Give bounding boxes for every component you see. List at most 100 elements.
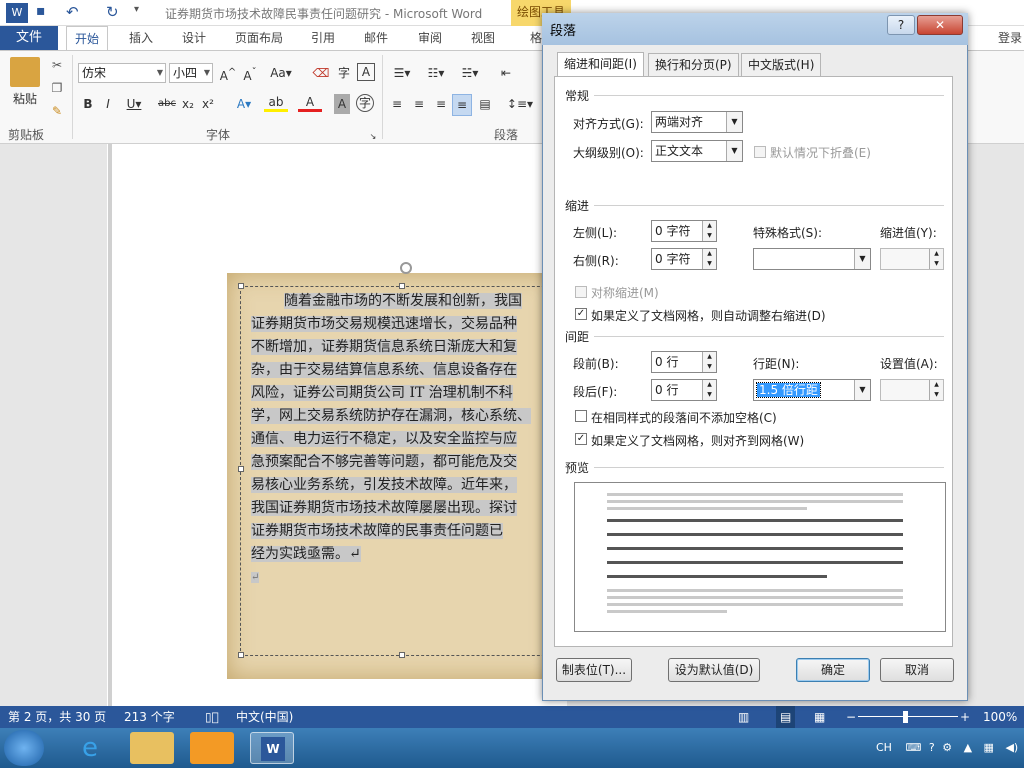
paste-button-label[interactable]: 粘贴	[10, 89, 40, 109]
sign-in-link[interactable]: 登录	[998, 26, 1022, 50]
tab-format[interactable]: 格	[530, 26, 542, 50]
tab-review[interactable]: 审阅	[418, 26, 442, 50]
language-status[interactable]: 中文(中国)	[236, 706, 293, 728]
grow-font-icon[interactable]: A^	[218, 63, 238, 86]
ok-button[interactable]: 确定	[796, 658, 870, 682]
indent-by-spinner[interactable]: ▲ ▼	[880, 248, 944, 270]
resize-handle[interactable]	[238, 652, 244, 658]
spin-arrows-icon[interactable]: ▲ ▼	[929, 249, 943, 269]
highlight-icon[interactable]: ab	[264, 94, 288, 112]
start-button-icon[interactable]	[4, 730, 44, 766]
close-button[interactable]: ✕	[917, 15, 963, 35]
tab-indents-and-spacing[interactable]: 缩进和间距(I)	[557, 52, 644, 77]
spacing-after-spinner[interactable]: 0 行 ▲ ▼	[651, 379, 717, 401]
tab-layout[interactable]: 页面布局	[235, 26, 283, 50]
customize-qat-icon[interactable]: ▾	[134, 4, 139, 15]
spin-arrows-icon[interactable]: ▲ ▼	[929, 380, 943, 400]
underline-icon[interactable]: U▾	[122, 94, 146, 114]
word-taskbar-button[interactable]: W	[250, 732, 294, 764]
superscript-icon[interactable]: x²	[200, 94, 216, 114]
tab-file[interactable]: 文件	[0, 26, 58, 50]
spin-arrows-icon[interactable]: ▲ ▼	[702, 352, 716, 372]
numbering-icon[interactable]: ☷▾	[422, 63, 450, 83]
tab-references[interactable]: 引用	[311, 26, 335, 50]
clear-formatting-icon[interactable]: ⌫	[312, 63, 330, 83]
tab-asian-typography[interactable]: 中文版式(H)	[741, 53, 822, 77]
right-indent-spinner[interactable]: 0 字符 ▲ ▼	[651, 248, 717, 270]
character-border-icon[interactable]: A	[357, 63, 375, 81]
zoom-slider[interactable]	[858, 716, 958, 717]
zoom-in-icon[interactable]: +	[960, 706, 970, 728]
align-right-icon[interactable]: ≡	[432, 94, 450, 114]
save-icon[interactable]: ▪	[36, 3, 46, 19]
font-size-combo[interactable]: 小四 ▼	[169, 63, 213, 83]
special-indent-select[interactable]: ▼	[753, 248, 871, 270]
resize-handle[interactable]	[238, 283, 244, 289]
tab-design[interactable]: 设计	[182, 26, 206, 50]
zoom-level[interactable]: 100%	[983, 706, 1017, 728]
network-icon[interactable]: ▦	[984, 741, 994, 754]
multilevel-list-icon[interactable]: ☵▾	[456, 63, 484, 83]
tab-insert[interactable]: 插入	[129, 26, 153, 50]
paste-icon[interactable]	[10, 57, 40, 87]
media-player-icon[interactable]	[190, 732, 234, 764]
volume-icon[interactable]: ◀)	[1005, 741, 1018, 754]
settings-icon[interactable]: ⚙	[942, 741, 952, 754]
internet-explorer-icon[interactable]: e	[68, 732, 112, 764]
spin-arrows-icon[interactable]: ▲ ▼	[702, 380, 716, 400]
tab-line-and-page-breaks[interactable]: 换行和分页(P)	[648, 53, 739, 77]
resize-handle[interactable]	[399, 283, 405, 289]
change-case-icon[interactable]: Aa▾	[268, 63, 294, 83]
outline-level-select[interactable]: 正文文本 ▼	[651, 140, 743, 162]
help-button[interactable]: ?	[887, 15, 915, 35]
undo-icon[interactable]: ↶	[66, 3, 79, 21]
set-as-default-button[interactable]: 设为默认值(D)	[668, 658, 760, 682]
tab-mailings[interactable]: 邮件	[364, 26, 388, 50]
selected-paragraph-text[interactable]: 随着金融市场的不断发展和创新，我国 证券期货市场交易规模迅速增长，交易品种 不断…	[251, 290, 551, 589]
print-layout-icon[interactable]: ▤	[776, 706, 796, 728]
resize-handle[interactable]	[399, 652, 405, 658]
align-left-icon[interactable]: ≡	[388, 94, 406, 114]
show-hidden-icons-icon[interactable]: ▲	[964, 741, 972, 754]
rotate-handle-icon[interactable]	[400, 262, 412, 274]
spacing-before-spinner[interactable]: 0 行 ▲ ▼	[651, 351, 717, 373]
collapse-by-default-checkbox[interactable]	[754, 146, 766, 158]
bullets-icon[interactable]: ☰▾	[388, 63, 416, 83]
character-shading-icon[interactable]: A	[334, 94, 350, 114]
proofing-icon[interactable]: ▯⃝	[205, 706, 219, 728]
tab-view[interactable]: 视图	[471, 26, 495, 50]
bold-icon[interactable]: B	[80, 94, 96, 114]
justify-icon[interactable]: ≡	[452, 94, 472, 116]
keyboard-icon[interactable]: ⌨	[905, 741, 921, 754]
shrink-font-icon[interactable]: Aˇ	[240, 63, 260, 86]
line-spacing-icon[interactable]: ↕≡▾	[506, 94, 534, 114]
font-name-combo[interactable]: 仿宋 ▼	[78, 63, 166, 83]
cut-icon[interactable]: ✂	[48, 55, 66, 75]
resize-handle[interactable]	[238, 466, 244, 472]
zoom-slider-thumb[interactable]	[903, 711, 908, 723]
read-mode-icon[interactable]: ▥	[738, 706, 749, 728]
distributed-icon[interactable]: ▤	[476, 94, 494, 114]
enclose-characters-icon[interactable]: 字	[356, 94, 374, 112]
text-effects-icon[interactable]: A▾	[232, 94, 256, 114]
decrease-indent-icon[interactable]: ⇤	[496, 63, 516, 83]
left-indent-spinner[interactable]: 0 字符 ▲ ▼	[651, 220, 717, 242]
copy-icon[interactable]: ❐	[48, 78, 66, 98]
strikethrough-icon[interactable]: abc	[156, 94, 178, 114]
line-spacing-select[interactable]: 1.5 倍行距 ▼	[753, 379, 871, 401]
spacing-at-spinner[interactable]: ▲ ▼	[880, 379, 944, 401]
zoom-out-icon[interactable]: −	[846, 706, 856, 728]
auto-adjust-right-indent-checkbox[interactable]: ✓	[575, 308, 587, 320]
spin-arrows-icon[interactable]: ▲ ▼	[702, 249, 716, 269]
italic-icon[interactable]: I	[100, 94, 116, 114]
word-app-icon[interactable]: W	[6, 3, 28, 23]
redo-icon[interactable]: ↻	[106, 3, 119, 21]
help-icon[interactable]: ?	[929, 741, 935, 754]
page-count[interactable]: 第 2 页，共 30 页	[8, 706, 106, 728]
mirror-indents-checkbox[interactable]	[575, 286, 587, 298]
cancel-button[interactable]: 取消	[880, 658, 954, 682]
snap-to-grid-checkbox[interactable]: ✓	[575, 433, 587, 445]
ime-indicator[interactable]: CH	[876, 741, 892, 754]
file-explorer-icon[interactable]	[130, 732, 174, 764]
align-center-icon[interactable]: ≡	[410, 94, 428, 114]
